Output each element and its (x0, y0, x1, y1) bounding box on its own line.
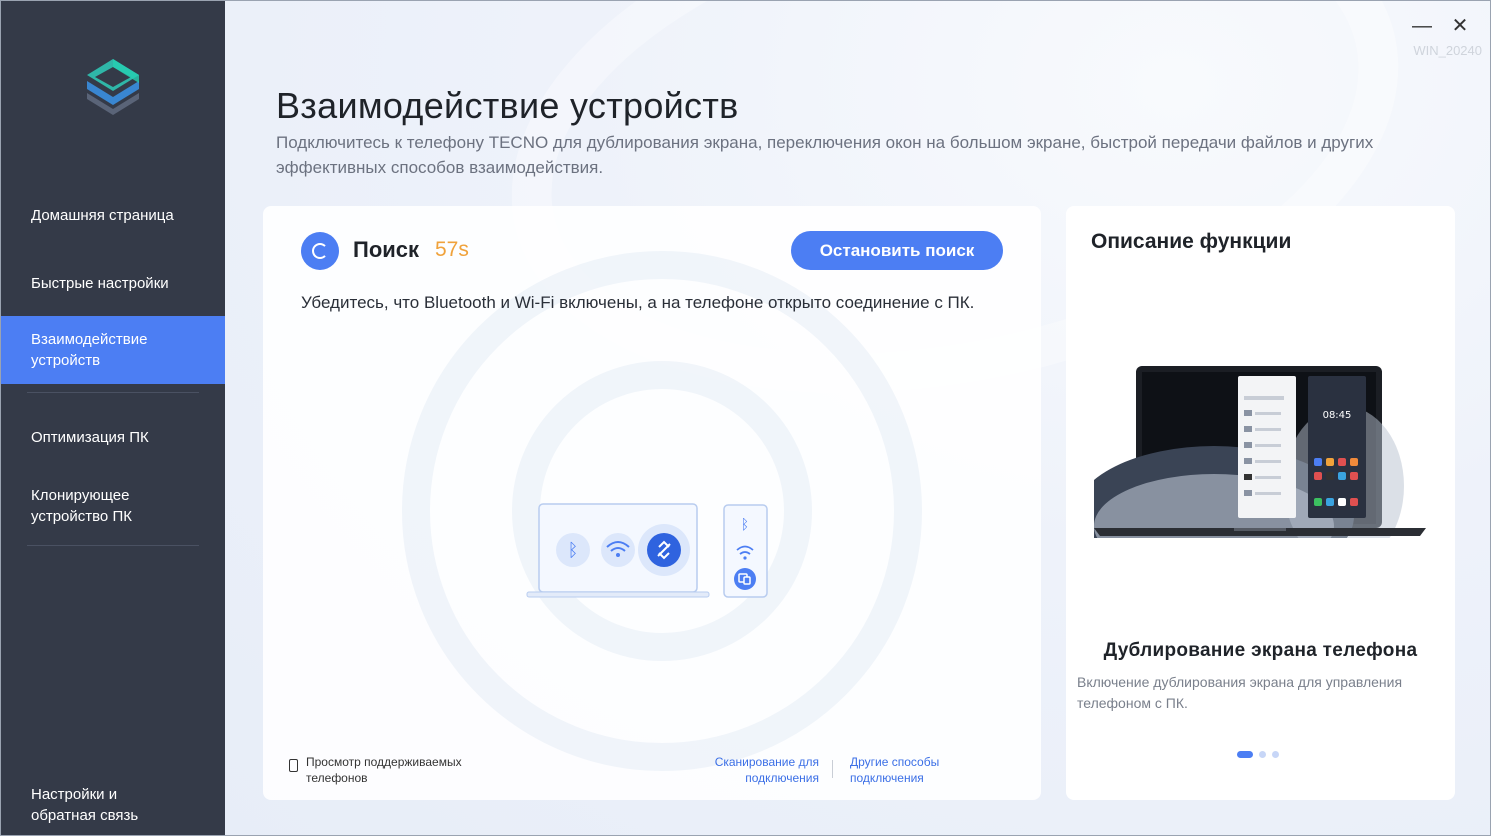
app-logo-icon (83, 55, 143, 121)
minimize-button[interactable]: — (1409, 13, 1435, 39)
svg-text:ᛒ: ᛒ (741, 517, 749, 533)
sidebar-item-label: Оптимизация ПК (31, 428, 149, 446)
sidebar-divider (27, 392, 199, 393)
search-label: Поиск (353, 237, 420, 262)
watermark: WIN_20240 (1413, 43, 1482, 58)
scan-to-connect-link[interactable]: Сканирование для подключения (703, 754, 819, 786)
laptop-screen-mirror-image: 08:45 (1074, 366, 1426, 586)
sidebar-item-pc-optimization[interactable]: Оптимизация ПК (1, 421, 225, 453)
sidebar-item-label: Домашняя страница (31, 206, 174, 224)
search-card: Поиск 57s Остановить поиск Убедитесь, чт… (263, 206, 1041, 800)
page-title: Взаимодействие устройств (276, 85, 739, 126)
page-subtitle: Подключитесь к телефону TECNO для дублир… (276, 133, 1374, 177)
main-area: — ✕ WIN_20240 Взаимодействие устройств П… (225, 1, 1490, 835)
close-button[interactable]: ✕ (1447, 13, 1473, 39)
search-hint: Убедитесь, что Bluetooth и Wi-Fi включен… (301, 293, 975, 312)
sidebar-item-label: Клонирующее устройство ПК (31, 487, 132, 525)
sidebar-divider (27, 545, 199, 546)
stop-search-button[interactable]: Остановить поиск (791, 231, 1003, 270)
svg-text:08:45: 08:45 (1323, 410, 1352, 421)
connection-illustration: ᛒ ᛒ (525, 503, 770, 599)
feature-description: Включение дублирования экрана для управл… (1077, 674, 1403, 711)
other-methods-link[interactable]: Другие способы подключения (850, 754, 960, 786)
carousel-dot[interactable] (1237, 751, 1253, 758)
supported-phones-label: Просмотр поддерживаемых телефонов (306, 755, 462, 785)
feature-title: Дублирование экрана телефона (1103, 640, 1418, 661)
app-window: Домашняя страница Быстрые настройки Взаи… (0, 0, 1491, 836)
sidebar-item-pc-clone[interactable]: Клонирующее устройство ПК (1, 479, 225, 533)
sidebar-item-settings-feedback[interactable]: Настройки и обратная связь (1, 778, 225, 832)
sidebar: Домашняя страница Быстрые настройки Взаи… (1, 1, 225, 835)
description-title: Описание функции (1091, 230, 1292, 253)
sidebar-item-label: Настройки и обратная связь (31, 786, 139, 824)
sidebar-item-label: Быстрые настройки (31, 274, 169, 292)
minimize-icon: — (1412, 15, 1432, 37)
footer-separator (832, 760, 833, 778)
sidebar-item-device-interaction[interactable]: Взаимодействие устройств (1, 316, 225, 384)
search-timer: 57s (435, 238, 469, 261)
sidebar-item-label: Взаимодействие устройств (31, 331, 148, 369)
sidebar-item-quick-settings[interactable]: Быстрые настройки (1, 267, 225, 299)
feature-description-card: Описание функции 08:45 Дублирование экра… (1066, 206, 1455, 800)
sidebar-item-home[interactable]: Домашняя страница (1, 199, 225, 231)
loading-spinner-icon (301, 232, 339, 270)
carousel-indicator (1237, 751, 1279, 758)
svg-text:ᛒ: ᛒ (568, 540, 579, 561)
supported-phones-link[interactable]: Просмотр поддерживаемых телефонов (289, 754, 486, 786)
carousel-dot[interactable] (1259, 751, 1266, 758)
phone-icon (289, 759, 298, 772)
close-icon: ✕ (1451, 15, 1469, 37)
carousel-dot[interactable] (1272, 751, 1279, 758)
